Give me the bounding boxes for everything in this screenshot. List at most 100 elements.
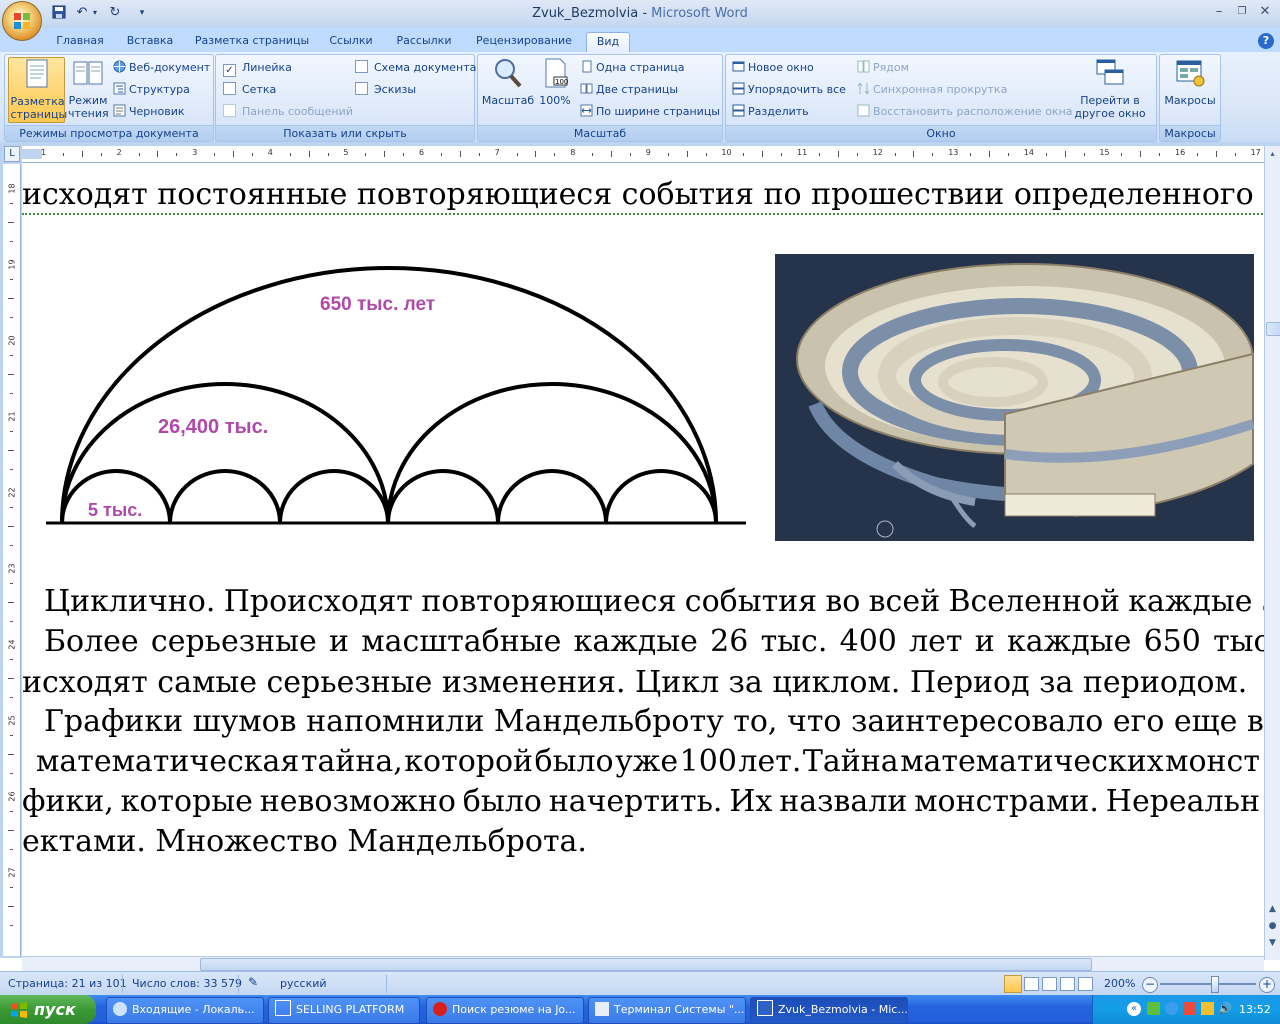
- tray-volume-icon[interactable]: 🔊: [1218, 1002, 1232, 1015]
- tray-app-icon[interactable]: [1147, 1002, 1160, 1015]
- zoom-button[interactable]: Масштаб: [481, 57, 535, 121]
- draft-view-icon[interactable]: [1078, 977, 1093, 991]
- document-map-checkbox[interactable]: Схема документа: [355, 59, 476, 77]
- customize-qat-icon[interactable]: ▾: [136, 5, 148, 21]
- next-page-icon[interactable]: ▼: [1267, 938, 1278, 949]
- vruler-tick-label: 18: [7, 183, 17, 194]
- tray-network-icon[interactable]: [1165, 1002, 1178, 1015]
- application-name: Microsoft Word: [651, 6, 748, 21]
- scrollbar-thumb[interactable]: [1266, 322, 1280, 336]
- help-icon[interactable]: ?: [1258, 33, 1274, 49]
- zoom-100-button[interactable]: 100 100%: [537, 57, 573, 121]
- group-document-views: Разметка страницы Режим чтения Веб-докум…: [4, 54, 214, 142]
- office-button[interactable]: [2, 1, 42, 41]
- word: уже: [615, 744, 679, 779]
- ruler-tick-label: 11: [797, 148, 808, 157]
- reading-view-icon[interactable]: [1024, 977, 1039, 991]
- save-icon[interactable]: [50, 5, 68, 21]
- vruler-tick-mark: [8, 450, 14, 451]
- new-window-button[interactable]: Новое окно: [732, 59, 814, 77]
- web-view-icon[interactable]: [1042, 977, 1057, 991]
- undo-dropdown-icon[interactable]: ▾: [90, 5, 100, 21]
- task-label: SELLING PLATFORM: [296, 1003, 405, 1016]
- tray-antivirus-icon[interactable]: [1183, 1002, 1196, 1015]
- undo-icon[interactable]: ↶: [73, 5, 91, 21]
- language-indicator[interactable]: русский: [280, 977, 327, 990]
- macros-button[interactable]: Макросы: [1162, 57, 1218, 121]
- ruler-tick-mark: [818, 153, 820, 156]
- zoom-slider-track[interactable]: [1160, 983, 1256, 985]
- taskbar-item-inbox[interactable]: Входящие - Локаль...: [106, 997, 264, 1024]
- previous-page-icon[interactable]: ▲: [1267, 904, 1278, 915]
- word: лет.: [738, 744, 802, 779]
- ruler-tick-mark: [62, 153, 64, 156]
- page-count[interactable]: Страница: 21 из 101: [8, 977, 127, 990]
- vertical-scrollbar[interactable]: ▴ ▲ ● ▼: [1264, 146, 1280, 960]
- redo-icon[interactable]: ↻: [106, 5, 124, 21]
- thumbnails-checkbox[interactable]: Эскизы: [355, 81, 416, 99]
- horizontal-ruler[interactable]: 1 2 3 4 5 6 7 8 9 10 11 12 13 14 15 16 17: [22, 146, 1264, 163]
- checkbox-checked-icon: ✓: [223, 64, 236, 77]
- two-pages-button[interactable]: Две страницы: [580, 81, 678, 99]
- tab-references[interactable]: Ссылки: [322, 32, 380, 52]
- gridlines-checkbox[interactable]: Сетка: [223, 81, 276, 99]
- print-layout-view-icon[interactable]: [1004, 975, 1022, 993]
- start-button[interactable]: пуск: [0, 995, 96, 1024]
- tray-security-icon[interactable]: [1201, 1002, 1214, 1015]
- arc-26400-right: [386, 382, 718, 524]
- tab-view[interactable]: Вид: [586, 32, 630, 53]
- one-page-label: Одна страница: [596, 61, 685, 74]
- restore-button[interactable]: ❐: [1231, 3, 1253, 21]
- clock[interactable]: 13:52: [1239, 1003, 1271, 1016]
- tab-review[interactable]: Рецензирование: [470, 32, 578, 52]
- tray-expand-icon[interactable]: «: [1127, 1002, 1141, 1016]
- ruler-checkbox[interactable]: ✓ Линейка: [223, 59, 292, 77]
- zoom-level[interactable]: 200%: [1104, 977, 1135, 990]
- tab-page-layout[interactable]: Разметка страницы: [190, 32, 314, 52]
- word: тыс.: [1213, 624, 1264, 659]
- one-page-button[interactable]: Одна страница: [580, 59, 684, 77]
- two-pages-label: Две страницы: [596, 83, 679, 96]
- zoom-out-icon[interactable]: −: [1142, 977, 1158, 993]
- vertical-ruler[interactable]: 18 19 20 21 22 23 24 25 26 27: [3, 164, 21, 956]
- switch-windows-button[interactable]: Перейти в другое окно: [1069, 57, 1151, 121]
- draft-button[interactable]: Черновик: [113, 103, 185, 121]
- task-label: Zvuk_Bezmolvia - Mic...: [778, 1003, 908, 1016]
- outline-view-icon[interactable]: [1060, 977, 1075, 991]
- checkbox-icon: [223, 82, 236, 95]
- word: события: [684, 584, 818, 619]
- close-button[interactable]: ✕: [1254, 3, 1276, 21]
- minimize-button[interactable]: –: [1208, 3, 1230, 21]
- browse-object-icon[interactable]: ●: [1267, 921, 1278, 932]
- taskbar-item-word[interactable]: Zvuk_Bezmolvia - Mic...: [750, 997, 908, 1024]
- paragraph-2-line-2: математическая тайна, которой было уже 100 лет…: [36, 744, 1260, 779]
- document-page[interactable]: исходят постоянные повторяющиеся события…: [22, 163, 1264, 956]
- vruler-tick-mark: [10, 773, 13, 774]
- tab-home[interactable]: Главная: [48, 32, 112, 52]
- taskbar-item-selling-platform[interactable]: SELLING PLATFORM: [268, 997, 420, 1024]
- word-count[interactable]: Число слов: 33 579: [132, 977, 242, 990]
- tab-selector-icon[interactable]: L: [4, 146, 20, 162]
- taskbar-item-opera[interactable]: Поиск резюме на Jo...: [426, 997, 584, 1024]
- proofing-icon[interactable]: ✎: [248, 975, 258, 989]
- page-width-button[interactable]: По ширине страницы: [580, 103, 720, 121]
- full-screen-reading-button[interactable]: Режим чтения: [66, 57, 110, 121]
- vruler-tick-mark: [8, 754, 14, 755]
- zoom-in-icon[interactable]: +: [1259, 977, 1275, 993]
- tab-insert[interactable]: Вставка: [118, 32, 182, 52]
- title-separator: -: [638, 6, 652, 21]
- print-layout-button[interactable]: Разметка страницы: [8, 57, 67, 123]
- tab-mailings[interactable]: Рассылки: [388, 32, 460, 52]
- horizontal-scrollbar[interactable]: [22, 956, 1264, 971]
- taskbar-item-terminal[interactable]: Терминал Системы "...: [588, 997, 746, 1024]
- zoom-slider-thumb[interactable]: [1211, 976, 1219, 993]
- outline-button[interactable]: Структура: [113, 81, 190, 99]
- web-layout-button[interactable]: Веб-документ: [113, 59, 210, 77]
- ruler-toggle-icon[interactable]: ▴: [1267, 148, 1278, 159]
- horizontal-scrollbar-thumb[interactable]: [200, 958, 1092, 971]
- ruler-tick-label: 7: [494, 148, 500, 157]
- arrange-all-button[interactable]: Упорядочить все: [732, 81, 846, 99]
- split-button[interactable]: Разделить: [732, 103, 809, 121]
- ruler-tick-mark: [535, 151, 537, 157]
- outline-label: Структура: [129, 83, 190, 96]
